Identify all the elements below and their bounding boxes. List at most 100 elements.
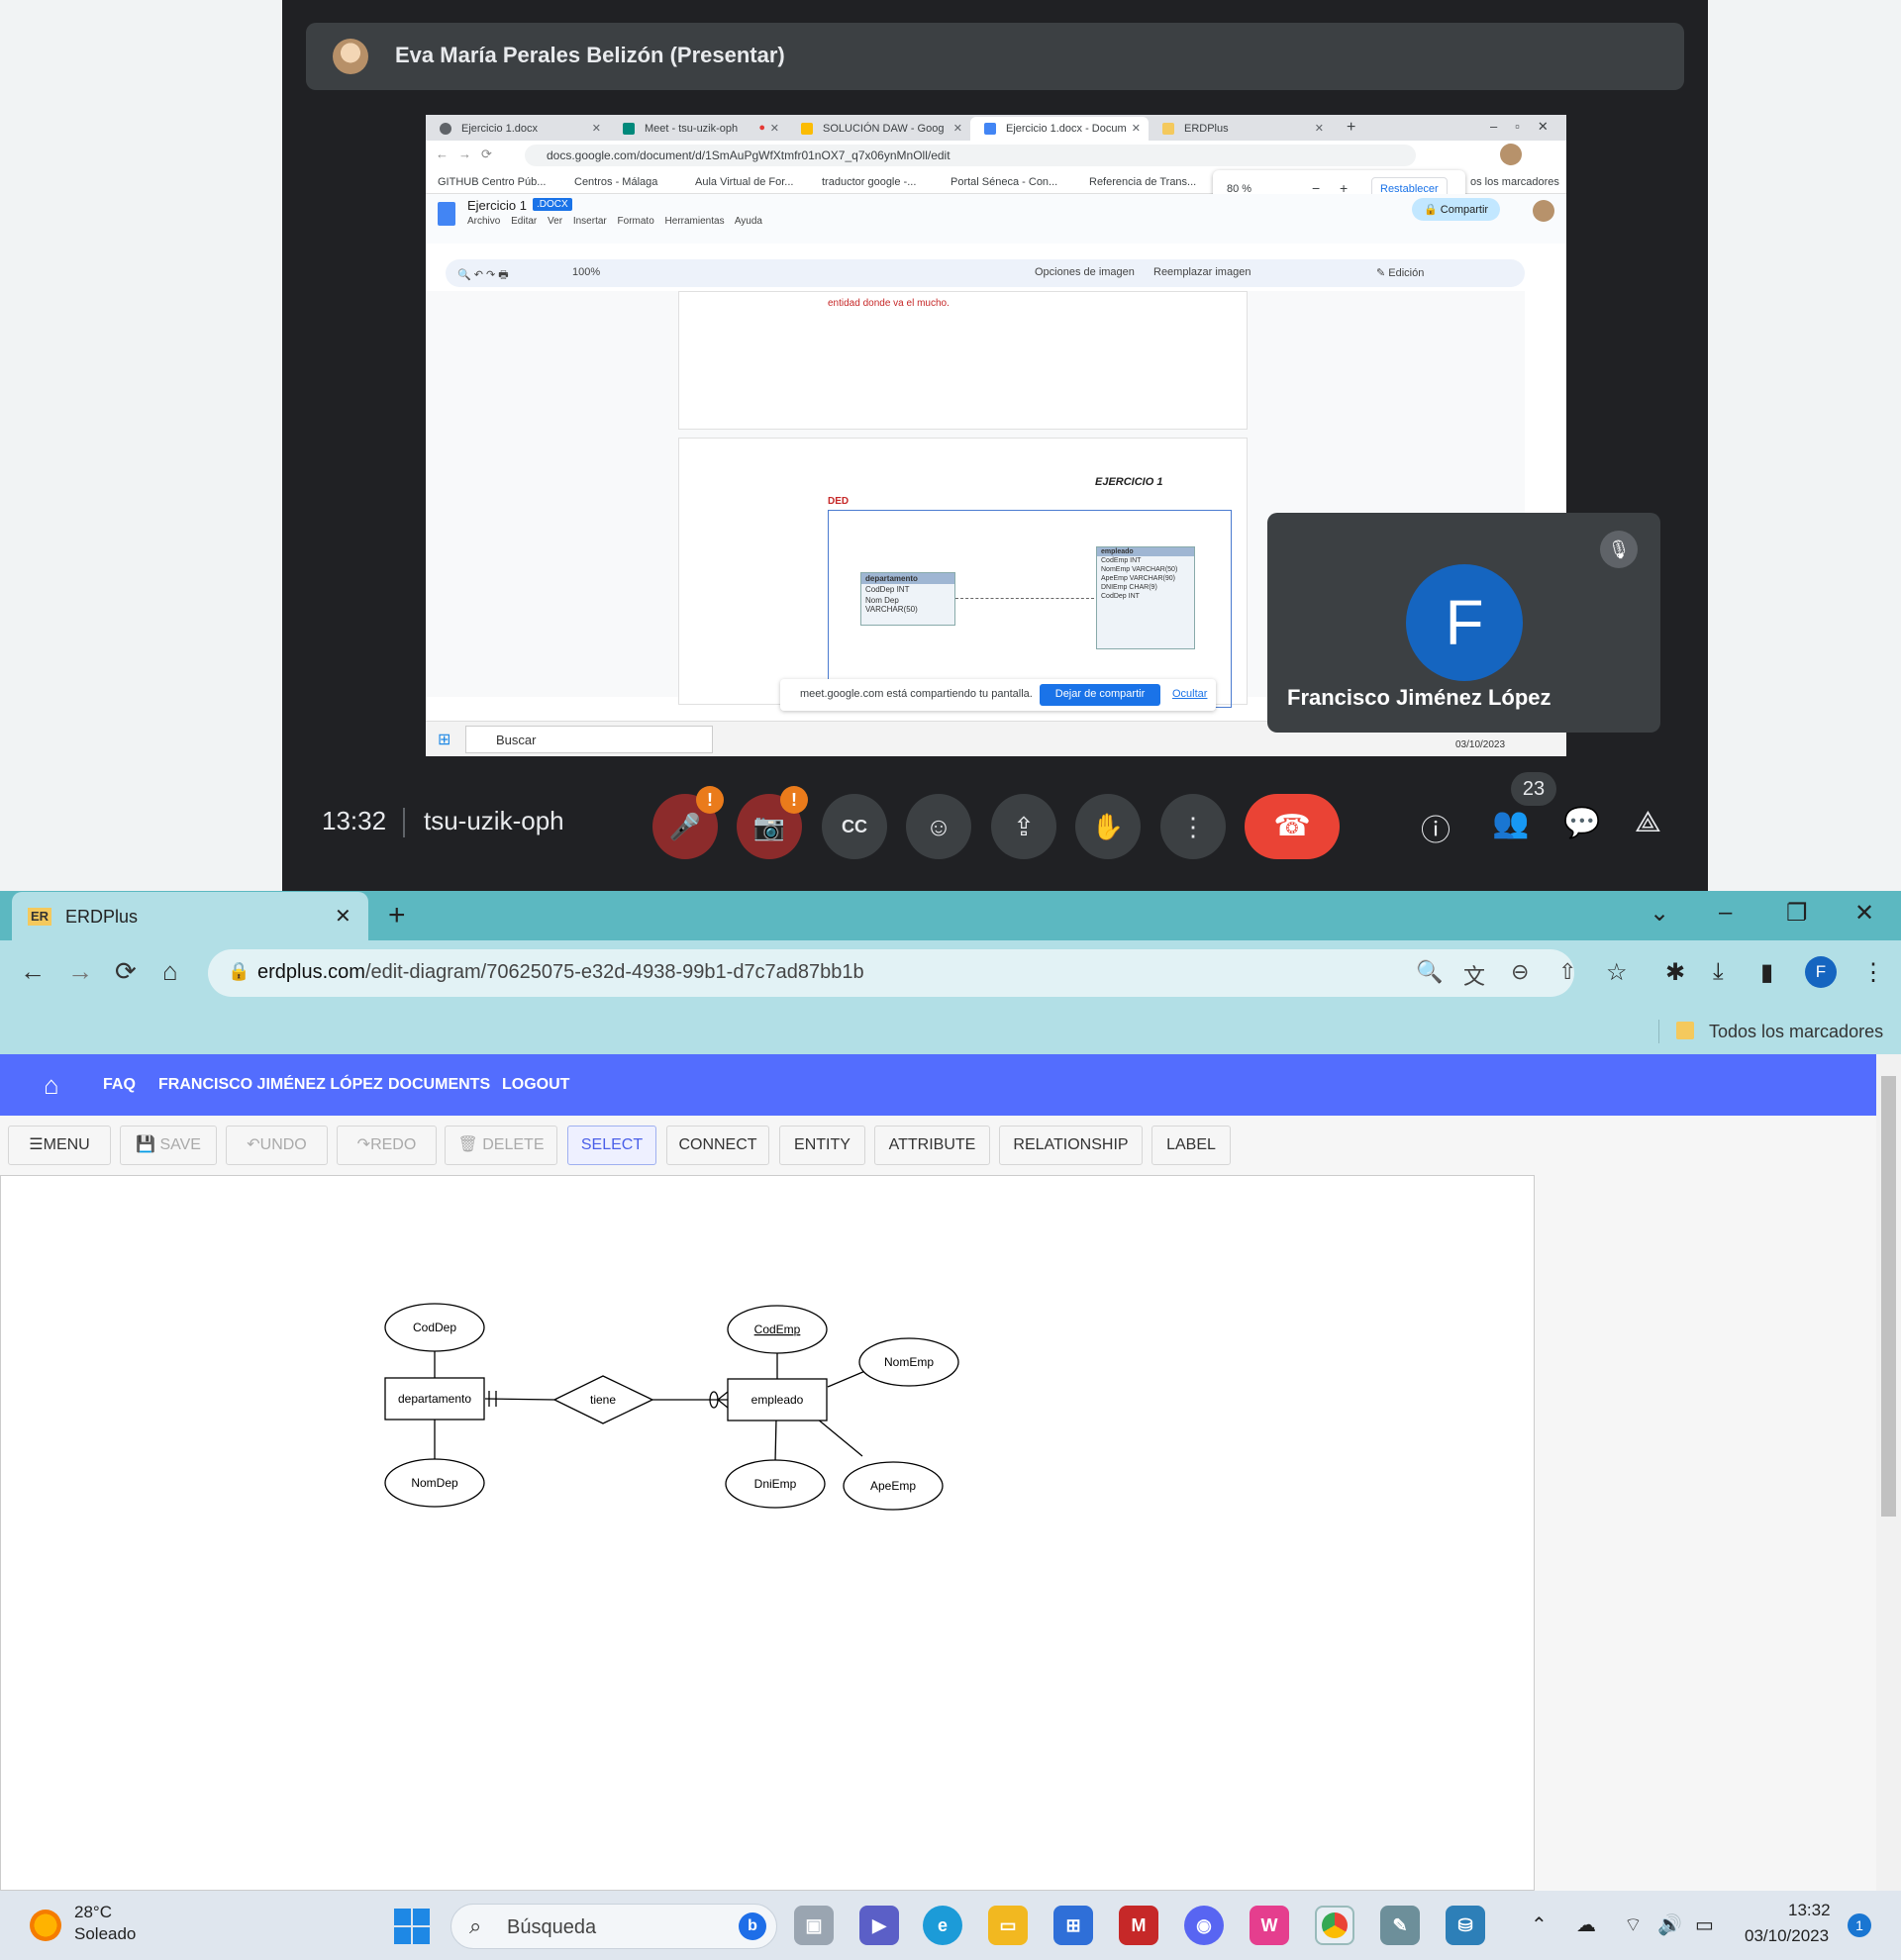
shared-new-tab-icon: + — [1347, 119, 1356, 136]
attribute-button[interactable]: ATTRIBUTE — [874, 1126, 990, 1165]
diagram-canvas[interactable]: departamento empleado tiene CodDep NomDe… — [0, 1175, 1535, 1891]
download-icon[interactable]: ⤓ — [1713, 958, 1724, 986]
shared-share-notice: meet.google.com está compartiendo tu pan… — [780, 679, 1216, 711]
nav-logout[interactable]: LOGOUT — [502, 1076, 569, 1094]
save-button[interactable]: 💾 SAVE — [120, 1126, 217, 1165]
select-button[interactable]: SELECT — [567, 1126, 656, 1165]
nav-documents[interactable]: DOCUMENTS — [388, 1076, 490, 1094]
discord-icon[interactable]: ◉ — [1184, 1906, 1224, 1945]
wifi-icon[interactable]: ⌔ — [1624, 1912, 1643, 1937]
notification-badge[interactable]: 1 — [1848, 1913, 1871, 1937]
zoom-icon[interactable]: ⊖ — [1511, 959, 1529, 985]
shared-docs-image-options: Opciones de imagen — [1035, 266, 1135, 278]
erdplus-app: ⌂ FAQ FRANCISCO JIMÉNEZ LÓPEZ DOCUMENTS … — [0, 1054, 1901, 1891]
emoji-icon: ☺ — [925, 812, 952, 841]
present-button[interactable]: ⇪ — [991, 794, 1056, 859]
reload-button[interactable]: ⟳ — [115, 956, 137, 987]
clock-date[interactable]: 03/10/2023 — [1745, 1926, 1829, 1946]
shared-bookmark: Portal Séneca - Con... — [950, 176, 1058, 188]
omnibox[interactable]: 🔒 erdplus.com/edit-diagram/70625075-e32d… — [208, 949, 1576, 997]
shared-notice-text: meet.google.com está compartiendo tu pan… — [800, 688, 1033, 700]
entity-button[interactable]: ENTITY — [779, 1126, 865, 1165]
shared-doc-avatar — [1533, 200, 1554, 222]
close-tab-icon[interactable]: ✕ — [335, 904, 351, 929]
label-button[interactable]: LABEL — [1151, 1126, 1231, 1165]
mcafee-icon[interactable]: M — [1119, 1906, 1158, 1945]
file-explorer-icon[interactable]: ▭ — [988, 1906, 1028, 1945]
clock-time[interactable]: 13:32 — [1788, 1901, 1831, 1920]
more-options-button[interactable]: ⋮ — [1160, 794, 1226, 859]
battery-icon[interactable]: ▭ — [1695, 1912, 1714, 1937]
activities-button[interactable]: ⟁ — [1635, 806, 1661, 839]
home-icon[interactable]: ⌂ — [44, 1070, 59, 1101]
divider — [1658, 1020, 1659, 1043]
relationship-name: tiene — [590, 1393, 616, 1407]
captions-button[interactable]: CC — [822, 794, 887, 859]
minimize-button[interactable]: – — [1719, 899, 1732, 927]
close-window-button[interactable]: ✕ — [1854, 899, 1874, 928]
new-tab-button[interactable]: + — [388, 899, 406, 932]
forward-button[interactable]: → — [67, 956, 93, 987]
teams-icon[interactable]: ▶ — [859, 1906, 899, 1945]
reactions-button[interactable]: ☺ — [906, 794, 971, 859]
store-icon[interactable]: ⊞ — [1053, 1906, 1093, 1945]
home-button[interactable]: ⌂ — [162, 956, 178, 987]
meeting-info-button[interactable]: ⓘ — [1421, 806, 1451, 849]
profile-avatar[interactable]: F — [1805, 956, 1837, 988]
page-scrollbar[interactable] — [1876, 1054, 1901, 1891]
relationship-button[interactable]: RELATIONSHIP — [999, 1126, 1143, 1165]
weather-description[interactable]: Soleado — [74, 1924, 136, 1944]
shared-start-icon: ⊞ — [438, 732, 451, 748]
notepad-icon[interactable]: ✎ — [1380, 1906, 1420, 1945]
mysql-workbench-icon[interactable]: ⛁ — [1446, 1906, 1485, 1945]
mic-off-icon: 🎙 — [1600, 531, 1638, 568]
weather-temperature[interactable]: 28°C — [74, 1903, 112, 1922]
shared-doc-page: EJERCICIO 1 DED departamento CodDep INT … — [678, 438, 1248, 708]
bing-icon[interactable]: b — [739, 1912, 766, 1940]
shared-docs-toolbar: 🔍 ↶ ↷ 🖶 100% Opciones de imagen Reemplaz… — [446, 259, 1525, 287]
nav-user[interactable]: FRANCISCO JIMÉNEZ LÓPEZ — [158, 1076, 383, 1094]
start-button[interactable] — [394, 1909, 430, 1944]
volume-icon[interactable]: 🔊 — [1657, 1912, 1682, 1937]
chat-button[interactable]: 💬 — [1563, 806, 1600, 840]
translate-icon[interactable]: 文 — [1463, 959, 1485, 991]
wps-icon[interactable]: W — [1250, 1906, 1289, 1945]
chrome-icon[interactable] — [1315, 1906, 1354, 1945]
connect-button[interactable]: CONNECT — [666, 1126, 769, 1165]
connector-line — [774, 1418, 777, 1463]
scrollbar-thumb[interactable] — [1881, 1076, 1896, 1517]
tab-search-button[interactable]: ⌄ — [1650, 899, 1669, 928]
mic-toggle-button[interactable]: 🎤! — [652, 786, 724, 859]
side-panel-icon[interactable]: ▮ — [1760, 958, 1773, 987]
camera-toggle-button[interactable]: 📷! — [737, 786, 808, 859]
taskbar-search[interactable]: ⌕ Búsqueda b — [450, 1904, 777, 1949]
people-button[interactable]: 👥 — [1492, 806, 1529, 840]
chevron-up-icon[interactable]: ⌃ — [1531, 1912, 1548, 1937]
menu-button[interactable]: ☰MENU — [8, 1126, 111, 1165]
task-view-icon[interactable]: ▣ — [794, 1906, 834, 1945]
delete-button[interactable]: 🗑 DELETE — [445, 1126, 557, 1165]
shared-tabstrip: Ejercicio 1.docx ✕ Meet - tsu-uzik-oph ● ✕ … — [426, 115, 1566, 141]
shared-tab: Ejercicio 1.docx ✕ — [426, 117, 609, 141]
chrome-menu-icon[interactable]: ⋮ — [1861, 958, 1885, 987]
shared-doc-title: Ejercicio 1 — [467, 198, 527, 213]
undo-button[interactable]: ↶UNDO — [226, 1126, 328, 1165]
redo-button[interactable]: ↷REDO — [337, 1126, 437, 1165]
edge-icon[interactable]: e — [923, 1906, 962, 1945]
onedrive-icon[interactable]: ☁ — [1576, 1912, 1596, 1937]
raise-hand-button[interactable]: ✋ — [1075, 794, 1141, 859]
bookmarks-folder[interactable]: Todos los marcadores — [1709, 1022, 1883, 1042]
extensions-icon[interactable]: ✱ — [1665, 958, 1685, 987]
shared-bookmark: GITHUB Centro Púb... — [438, 176, 547, 188]
back-button[interactable]: ← — [20, 956, 46, 987]
search-icon[interactable]: 🔍 — [1416, 959, 1443, 985]
meet-controls: 13:32 tsu-uzik-oph 🎤! 📷! CC ☺ ⇪ ✋ ⋮ ☎ ⓘ … — [282, 772, 1708, 871]
share-icon[interactable]: ⇧ — [1558, 959, 1576, 985]
undo-icon: ↶ — [247, 1136, 260, 1153]
end-call-button[interactable]: ☎ — [1245, 794, 1340, 859]
tab-erdplus[interactable]: ER ERDPlus ✕ — [12, 892, 368, 940]
arrow-left-icon: ← — [20, 956, 46, 986]
bookmark-star-icon[interactable]: ☆ — [1606, 958, 1628, 987]
restore-button[interactable]: ❐ — [1786, 899, 1808, 928]
nav-faq[interactable]: FAQ — [103, 1076, 136, 1094]
